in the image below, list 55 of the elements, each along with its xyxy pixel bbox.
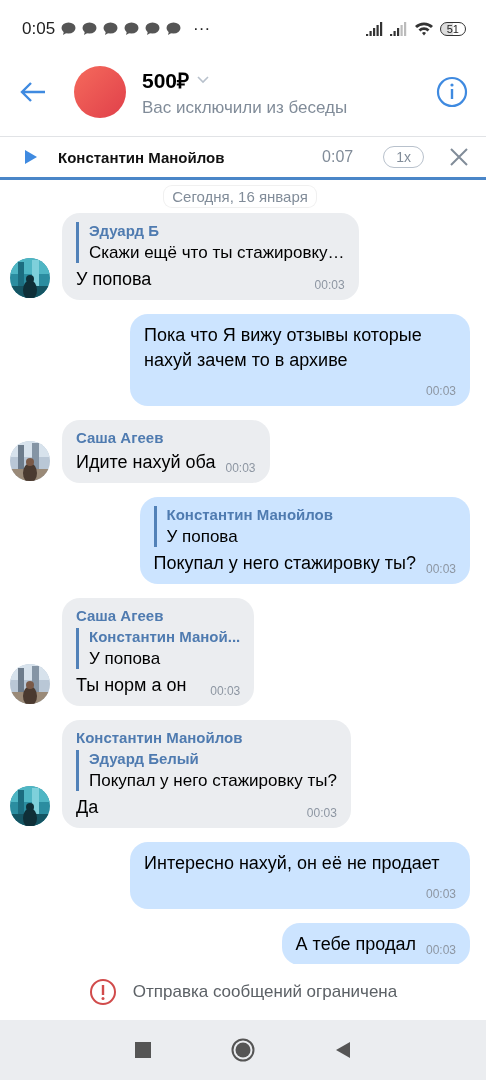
status-time: 0:05 [22,19,56,39]
message-time: 00:03 [425,942,456,957]
quoted-author: Эдуард Б [89,222,160,239]
message-text: А тебе продал [295,932,416,956]
wifi-icon [413,21,434,37]
restriction-notice: Отправка сообщений ограничена [132,982,398,1002]
back-arrow-icon[interactable] [20,81,46,103]
message-time: 00:03 [425,886,456,901]
home-button[interactable] [231,1038,255,1062]
chat-title: 500₽ [142,68,190,94]
battery-indicator: 51 [439,22,466,36]
quoted-author: Константин Маной... [89,627,241,645]
quoted-text: Скажи ещё что ты стажировку… [89,243,345,263]
audio-author: Константин Манойлов [58,148,226,166]
sender-name: Саша Агеев [76,428,165,446]
message-text: Интересно нахуй, он её не продает [144,852,440,876]
message-text: Да [76,796,99,820]
chat-notification-icon [82,22,98,36]
play-icon[interactable] [24,149,38,165]
signal-icon [389,22,408,36]
date-label: Сегодня, 16 января [164,186,316,207]
warning-icon [88,978,117,1006]
message-time: 00:03 [306,806,337,821]
message-time: 00:03 [425,383,456,398]
signal-icon [365,22,384,36]
quoted-text: Покупал у него стажировку ты? [89,771,337,792]
sender-name: Саша Агеев [76,606,165,624]
message-text: Пока что Я вижу отзывы которые нахуй зачем то в архиве [144,324,423,373]
chat-subtitle: Вас исключили из беседы [142,98,349,118]
chat-notification-icon [103,22,119,36]
chat-notification-icon [61,22,77,36]
quoted-author: Константин Манойлов [166,505,334,523]
message-time: 00:03 [314,278,345,293]
message-text: Идите нахуй оба [76,450,216,474]
sender-name: Константин Манойлов [76,729,244,747]
quoted-author: Эдуард Белый [89,750,200,768]
more-notifications: ··· [193,19,211,39]
message-time: 00:03 [425,561,456,576]
close-icon[interactable] [450,148,468,166]
chevron-down-icon[interactable] [197,76,210,84]
chat-notification-icon [124,22,140,36]
message-text: У попова [76,268,152,291]
speed-button[interactable]: 1x [383,146,424,168]
message-text: Покупал у него стажировку ты? [153,551,416,575]
message-time: 00:03 [210,684,241,699]
group-avatar [74,66,126,118]
chat-notification-icon [145,22,161,36]
info-icon[interactable] [436,76,468,108]
back-button[interactable] [335,1041,351,1059]
audio-duration: 0:07 [322,148,354,166]
chat-notification-icon [166,22,182,36]
quoted-text: У попова [89,648,162,669]
quoted-text: У попова [166,526,239,547]
message-time: 00:03 [225,460,256,475]
message-text: Ты норм а он [76,673,187,697]
